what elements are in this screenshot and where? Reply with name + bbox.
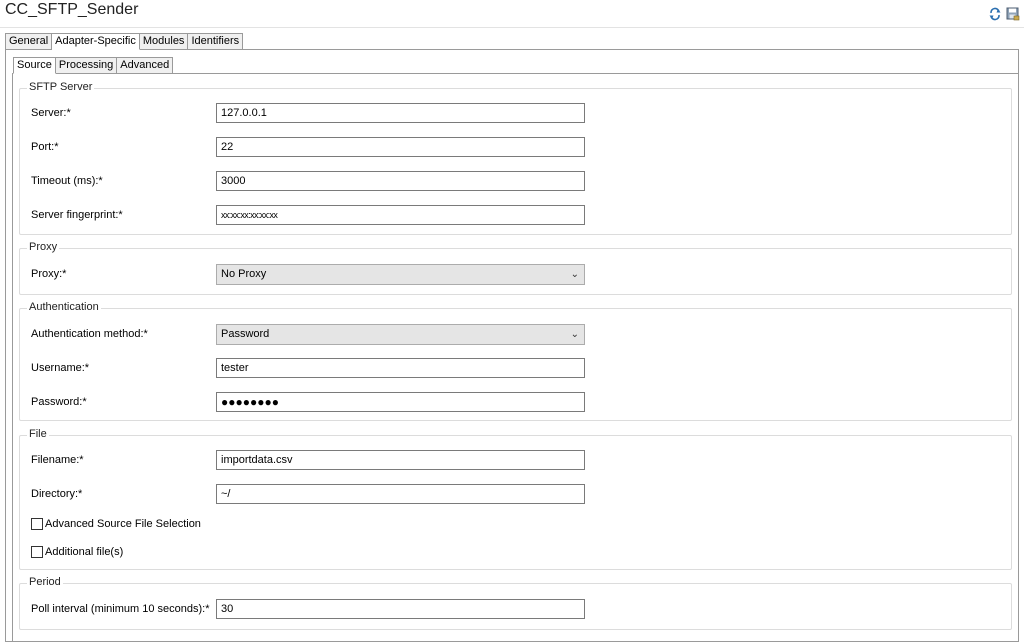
filename-label: Filename:* [31,454,84,466]
main-tabs: General Adapter-Specific Modules Identif… [5,33,244,50]
tab-identifiers[interactable]: Identifiers [188,33,244,50]
fingerprint-label: Server fingerprint:* [31,209,123,221]
advanced-selection-label: Advanced Source File Selection [45,518,201,530]
window-title: CC_SFTP_Sender [5,1,139,18]
proxy-select-value: No Proxy [221,268,267,280]
timeout-label: Timeout (ms):* [31,175,103,187]
group-legend: SFTP Server [27,81,95,93]
proxy-select[interactable]: No Proxy ⌄ [216,264,585,285]
auth-method-value: Password [221,328,270,340]
proxy-label: Proxy:* [31,268,67,280]
save-icon[interactable] [1005,6,1020,21]
port-input[interactable]: 22 [216,137,585,157]
group-legend: File [27,428,49,440]
tab-processing[interactable]: Processing [55,57,118,74]
timeout-input[interactable]: 3000 [216,171,585,191]
advanced-selection-option[interactable]: Advanced Source File Selection [31,518,201,530]
password-label: Password:* [31,396,87,408]
refresh-icon[interactable] [987,6,1002,21]
tab-source[interactable]: Source [13,57,56,74]
poll-interval-input[interactable]: 30 [216,599,585,619]
tab-adapter-specific[interactable]: Adapter-Specific [52,33,140,50]
chevron-down-icon: ⌄ [570,329,579,340]
sub-tabs: Source Processing Advanced [13,57,174,74]
advanced-selection-checkbox[interactable] [31,518,43,530]
title-separator [0,27,1024,28]
auth-method-label: Authentication method:* [31,328,148,340]
tab-general[interactable]: General [5,33,53,50]
server-input[interactable]: 127.0.0.1 [216,103,585,123]
tab-modules[interactable]: Modules [139,33,189,50]
username-label: Username:* [31,362,90,374]
filename-input[interactable]: importdata.csv [216,450,585,470]
port-label: Port:* [31,141,59,153]
username-input[interactable]: tester [216,358,585,378]
additional-files-checkbox[interactable] [31,546,43,558]
additional-files-label: Additional file(s) [45,546,124,558]
poll-interval-label: Poll interval (minimum 10 seconds):* [31,603,210,615]
additional-files-option[interactable]: Additional file(s) [31,546,123,558]
password-input[interactable]: ●●●●●●●● [216,392,585,412]
directory-label: Directory:* [31,488,83,500]
chevron-down-icon: ⌄ [570,269,579,280]
auth-method-select[interactable]: Password ⌄ [216,324,585,345]
group-legend: Authentication [27,301,101,313]
toolbar-icons [987,6,1020,21]
tab-advanced[interactable]: Advanced [117,57,174,74]
group-legend: Period [27,576,63,588]
group-legend: Proxy [27,241,60,253]
directory-input[interactable]: ~/ [216,484,585,504]
server-label: Server:* [31,107,71,119]
fingerprint-input[interactable]: xx:xx:xx:xx:xx:xx [216,205,585,225]
